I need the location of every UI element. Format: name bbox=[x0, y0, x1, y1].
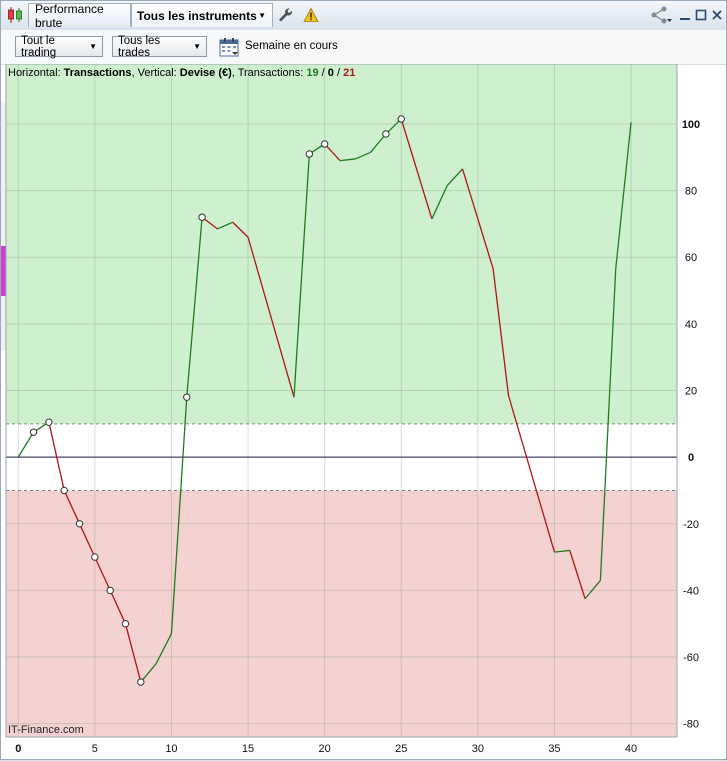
data-point-marker bbox=[183, 393, 191, 401]
period-label: Semaine en cours bbox=[245, 40, 338, 52]
horizontal-axis-value: Transactions bbox=[63, 67, 132, 79]
losing-trades-count: 21 bbox=[343, 67, 356, 79]
equity-curve-chart: 100 80 60 40 20 0 -20 -40 -60 -80 0 5 10 15 20 25 30 35 40 bbox=[5, 64, 700, 755]
x-tick-label: 10 bbox=[165, 743, 177, 755]
warning-icon[interactable] bbox=[302, 6, 320, 24]
x-tick-label: 25 bbox=[395, 743, 407, 755]
title-tab-bar: Performance brute Tous les instruments ▼ bbox=[1, 1, 726, 31]
data-point-marker bbox=[91, 553, 99, 561]
data-point-marker bbox=[60, 486, 68, 495]
brand-watermark: IT-Finance.com bbox=[8, 724, 84, 736]
y-tick-label: -40 bbox=[683, 585, 699, 597]
tab-performance-brute[interactable]: Performance brute bbox=[28, 1, 131, 30]
data-point-marker bbox=[121, 620, 130, 628]
x-tick-label: 5 bbox=[92, 743, 98, 755]
x-tick-label: 30 bbox=[472, 743, 484, 755]
data-point-marker bbox=[106, 586, 114, 595]
y-tick-label: -60 bbox=[683, 652, 699, 664]
data-point-marker bbox=[75, 520, 84, 528]
tab-performance-label: Performance brute bbox=[35, 1, 104, 30]
calendar-icon[interactable] bbox=[219, 37, 239, 57]
y-tick-label: 40 bbox=[685, 319, 697, 331]
y-tick-label: -80 bbox=[683, 719, 699, 731]
vertical-prefix: , Vertical: bbox=[131, 67, 180, 79]
trades-filter-label: Tous les trades bbox=[118, 34, 161, 59]
wrench-icon[interactable] bbox=[277, 6, 295, 24]
y-tick-label: 20 bbox=[685, 386, 697, 398]
y-tick-label: 100 bbox=[682, 119, 700, 131]
chevron-down-icon: ▼ bbox=[193, 42, 201, 51]
maximize-button[interactable] bbox=[694, 8, 708, 22]
loss-zone bbox=[6, 490, 677, 737]
x-tick-label: 35 bbox=[548, 743, 560, 755]
chart-info-line: Horizontal: Transactions, Vertical: Devi… bbox=[8, 67, 355, 79]
winning-trades-count: 19 bbox=[306, 67, 319, 79]
x-tick-label: 40 bbox=[625, 743, 637, 755]
x-tick-label: 15 bbox=[242, 743, 254, 755]
data-point-marker bbox=[305, 150, 314, 158]
transactions-prefix: , Transactions: bbox=[231, 67, 307, 79]
count-separator: / bbox=[318, 67, 328, 79]
y-tick-label: 0 bbox=[688, 452, 694, 464]
data-point-marker bbox=[320, 140, 329, 148]
data-point-marker bbox=[198, 213, 206, 221]
x-tick-label: 20 bbox=[319, 743, 331, 755]
tab-all-instruments-dropdown[interactable]: Tous les instruments ▼ bbox=[131, 3, 273, 27]
chevron-down-icon: ▼ bbox=[89, 42, 97, 51]
filter-toolbar: Tout le trading ▼ Tous les trades ▼ Sema… bbox=[1, 30, 726, 65]
chevron-down-icon: ▼ bbox=[258, 11, 266, 20]
count-separator: / bbox=[333, 67, 344, 79]
profit-zone bbox=[6, 64, 677, 424]
candlestick-icon bbox=[6, 6, 24, 24]
data-point-marker bbox=[29, 428, 38, 436]
y-tick-label: 60 bbox=[685, 252, 697, 264]
data-point-marker bbox=[382, 130, 390, 138]
vertical-axis-value: Devise (€) bbox=[179, 67, 232, 79]
trading-filter-dropdown[interactable]: Tout le trading ▼ bbox=[15, 34, 103, 59]
y-tick-label: 80 bbox=[685, 186, 697, 198]
minimize-button[interactable] bbox=[678, 8, 692, 22]
data-point-marker bbox=[397, 115, 405, 123]
performance-window: Performance brute Tous les instruments ▼ bbox=[0, 0, 727, 760]
data-point-marker bbox=[45, 418, 53, 426]
trades-filter-dropdown[interactable]: Tous les trades ▼ bbox=[112, 34, 207, 59]
tab-instruments-label: Tous les instruments bbox=[137, 8, 257, 23]
horizontal-prefix: Horizontal: bbox=[8, 67, 64, 79]
trading-filter-label: Tout le trading bbox=[21, 34, 57, 59]
close-button[interactable] bbox=[710, 8, 724, 22]
y-tick-label: -20 bbox=[683, 519, 699, 531]
data-point-marker bbox=[137, 678, 145, 686]
x-tick-label: 0 bbox=[15, 743, 21, 755]
share-icon[interactable] bbox=[649, 6, 673, 24]
